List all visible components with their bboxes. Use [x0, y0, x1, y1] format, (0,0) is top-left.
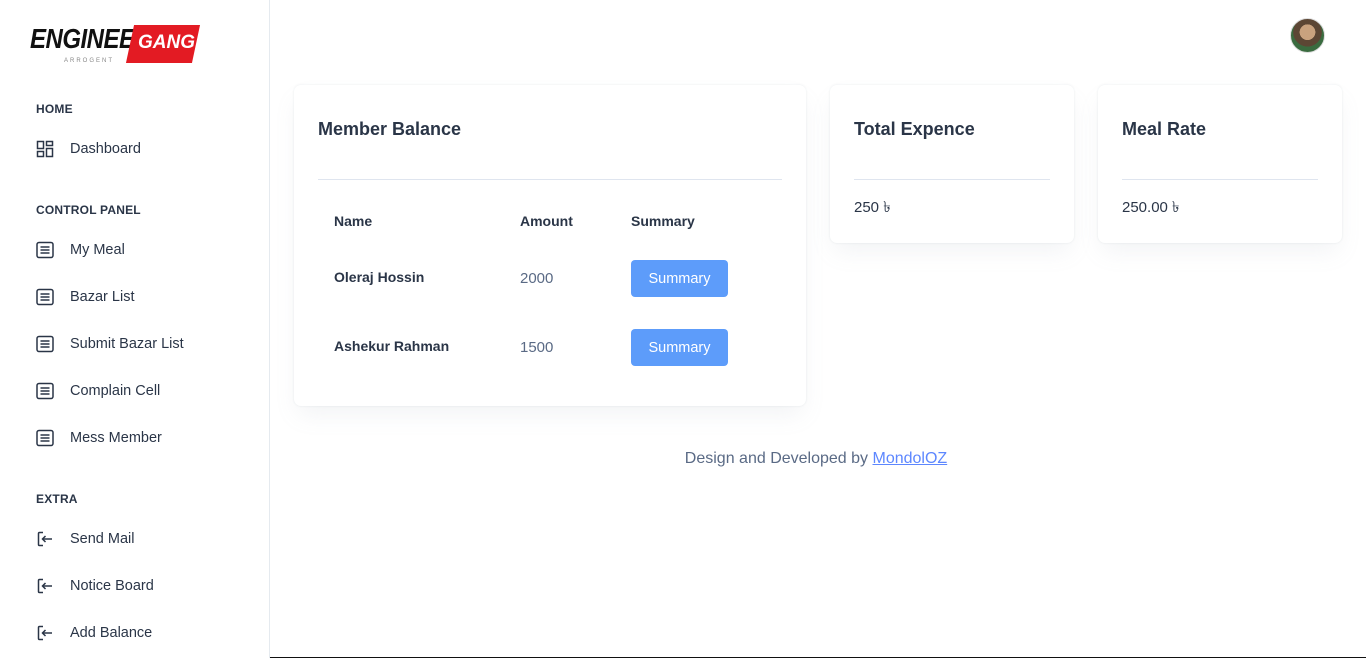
divider	[854, 179, 1050, 180]
sidebar-item-my-meal[interactable]: My Meal	[36, 239, 246, 261]
card-title: Member Balance	[318, 119, 462, 139]
sidebar-item-label: Add Balance	[70, 625, 153, 641]
sidebar-item-label: Submit Bazar List	[70, 336, 184, 352]
list-icon	[36, 335, 54, 353]
list-icon	[36, 429, 54, 447]
meal-rate-card: Meal Rate 250.00 ৳	[1098, 85, 1342, 243]
column-header-amount: Amount	[520, 213, 573, 229]
sidebar-item-mess-member[interactable]: Mess Member	[36, 427, 246, 449]
login-icon	[36, 530, 54, 548]
member-amount: 1500	[520, 339, 554, 356]
total-expence-value: 250 ৳	[854, 199, 891, 216]
brand-logo[interactable]: ENGINEER GANG ARROGENT	[30, 24, 201, 68]
card-title: Meal Rate	[1122, 119, 1207, 139]
sidebar-item-label: Dashboard	[70, 141, 141, 157]
summary-button[interactable]: Summary	[631, 260, 728, 297]
member-amount: 2000	[520, 270, 554, 287]
list-icon	[36, 288, 54, 306]
summary-button[interactable]: Summary	[631, 329, 728, 366]
total-expence-card: Total Expence 250 ৳	[830, 85, 1074, 243]
list-icon	[36, 241, 54, 259]
section-title-extra: EXTRA	[36, 492, 78, 506]
column-header-summary: Summary	[631, 213, 695, 229]
sidebar-item-send-mail[interactable]: Send Mail	[36, 528, 246, 550]
sidebar-item-label: Bazar List	[70, 289, 135, 305]
member-balance-card: Member Balance Name Amount Summary Olera…	[294, 85, 806, 406]
footer-text: Design and Developed by	[684, 450, 873, 467]
brand-word-gang: GANG	[138, 32, 195, 53]
sidebar-item-submit-bazar-list[interactable]: Submit Bazar List	[36, 333, 246, 355]
sidebar-item-dashboard[interactable]: Dashboard	[36, 138, 246, 160]
divider	[318, 179, 782, 180]
section-title-home: HOME	[36, 102, 73, 116]
sidebar-item-label: Send Mail	[70, 531, 135, 547]
card-title: Total Expence	[854, 119, 975, 139]
sidebar-item-label: Complain Cell	[70, 383, 161, 399]
sidebar-item-notice-board[interactable]: Notice Board	[36, 575, 246, 597]
sidebar-item-label: My Meal	[70, 242, 125, 258]
brand-tagline: ARROGENT	[64, 58, 115, 64]
footer: Design and Developed by MondolOZ	[294, 450, 1338, 468]
footer-author-link[interactable]: MondolOZ	[872, 450, 947, 467]
meal-rate-value: 250.00 ৳	[1122, 199, 1180, 216]
list-icon	[36, 382, 54, 400]
member-name: Ashekur Rahman	[334, 338, 450, 354]
login-icon	[36, 624, 54, 642]
sidebar-item-add-balance[interactable]: Add Balance	[36, 622, 246, 644]
login-icon	[36, 577, 54, 595]
sidebar: ENGINEER GANG ARROGENT HOME Dashboard CO…	[0, 0, 270, 658]
app-root: ENGINEER GANG ARROGENT HOME Dashboard CO…	[0, 0, 1366, 658]
divider	[1122, 179, 1318, 180]
column-header-name: Name	[334, 213, 373, 229]
member-name: Oleraj Hossin	[334, 269, 425, 285]
sidebar-item-label: Mess Member	[70, 430, 162, 446]
dashboard-icon	[36, 140, 54, 158]
sidebar-item-label: Notice Board	[70, 578, 154, 594]
sidebar-item-bazar-list[interactable]: Bazar List	[36, 286, 246, 308]
sidebar-item-complain-cell[interactable]: Complain Cell	[36, 380, 246, 402]
section-title-control-panel: CONTROL PANEL	[36, 203, 141, 217]
user-avatar[interactable]	[1290, 18, 1325, 53]
